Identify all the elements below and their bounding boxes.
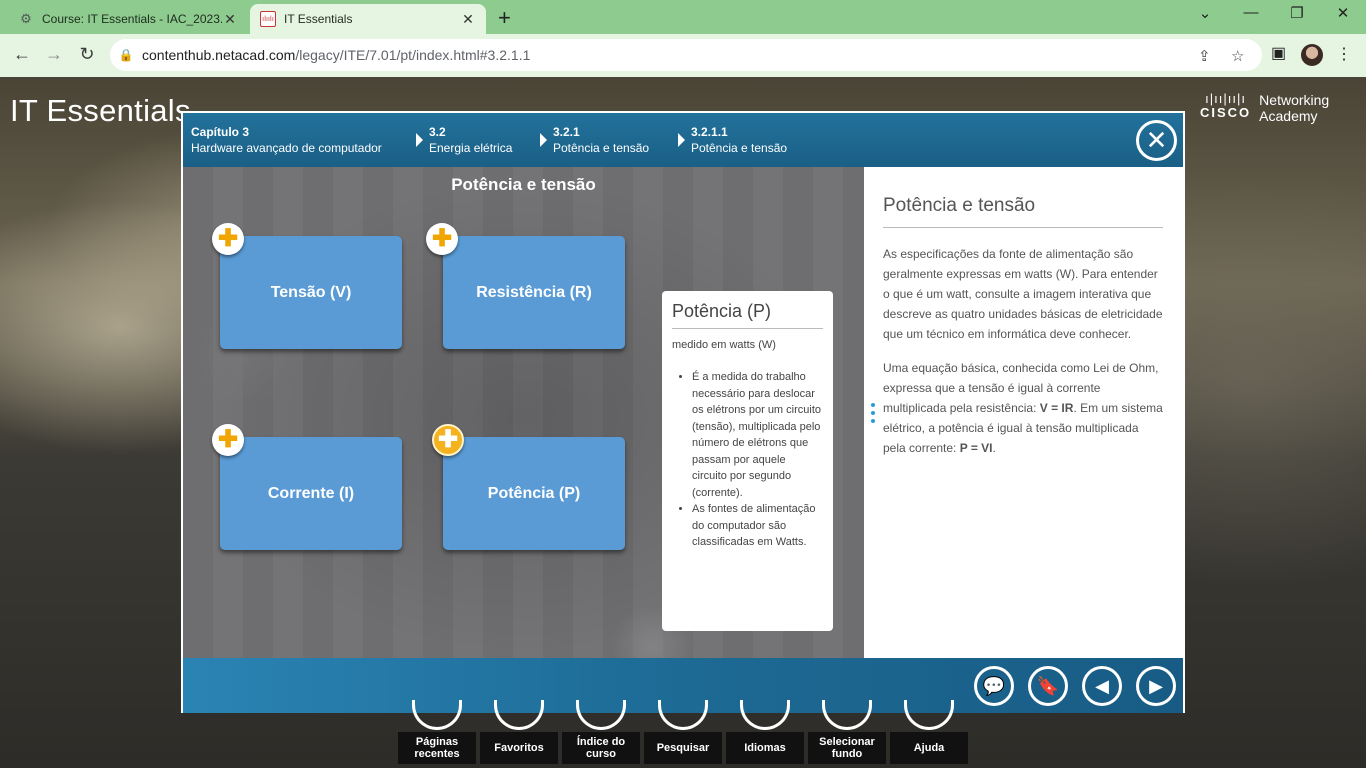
url-text: contenthub.netacad.com/legacy/ITE/7.01/p… [142, 47, 531, 63]
plus-active-icon[interactable]: ✚ [432, 424, 464, 456]
breadcrumb-arrow-icon [678, 133, 685, 147]
menu-search-button[interactable]: Pesquisar [644, 732, 722, 764]
page-brand-title: IT Essentials [10, 93, 191, 128]
close-window-button[interactable]: ✕ [1323, 4, 1363, 22]
tab-title: IT Essentials [284, 12, 353, 26]
cisco-bars-icon: ı|ıı|ıı|ı [1205, 91, 1246, 106]
browser-menu-icon[interactable]: ⋮ [1336, 44, 1352, 64]
interactive-stage: Potência e tensão Tensão (V) ✚ Resistênc… [183, 167, 864, 658]
close-course-button[interactable]: ✕ [1136, 120, 1177, 161]
browser-tab-course[interactable]: ⚙ Course: IT Essentials - IAC_2023.2 ✕ [8, 4, 248, 34]
card-resistencia[interactable]: Resistência (R) [443, 236, 625, 349]
back-button[interactable]: ← [10, 44, 34, 65]
cisco-networking-academy-logo: ı|ıı|ıı|ı CISCO Networking Academy [1200, 91, 1330, 125]
browser-tab-it-essentials[interactable]: ılıılı IT Essentials ✕ [250, 4, 486, 34]
comment-button[interactable]: 💬 [974, 666, 1014, 706]
breadcrumb-topic[interactable]: 3.2.1 Potência e tensão [553, 124, 649, 156]
plus-icon[interactable]: ✚ [426, 223, 458, 255]
minimize-button[interactable]: — [1231, 4, 1271, 21]
info-bullets: É a medida do trabalho necessário para d… [672, 369, 823, 551]
text-panel: Potência e tensão As especificações da f… [864, 167, 1183, 658]
menu-course-index-button[interactable]: Índice do curso [562, 732, 640, 764]
lock-icon: 🔒 [118, 48, 134, 62]
card-tensao[interactable]: Tensão (V) [220, 236, 402, 349]
menu-recent-pages-button[interactable]: Páginas recentes [398, 732, 476, 764]
text-paragraph: As especificações da fonte de alimentaçã… [883, 247, 1163, 341]
restore-button[interactable]: ❐ [1277, 4, 1317, 22]
menu-favorites-button[interactable]: Favoritos [480, 732, 558, 764]
share-icon[interactable]: ⇪ [1198, 47, 1211, 65]
plus-icon[interactable]: ✚ [212, 223, 244, 255]
breadcrumb-chapter[interactable]: Capítulo 3 Hardware avançado de computad… [191, 124, 382, 156]
breadcrumb-arrow-icon [416, 133, 423, 147]
forward-button[interactable]: → [42, 44, 66, 65]
cisco-favicon-icon: ılıılı [260, 11, 276, 27]
breadcrumb-arrow-icon [540, 133, 547, 147]
address-bar[interactable]: 🔒 contenthub.netacad.com/legacy/ITE/7.01… [110, 39, 1262, 71]
card-potencia[interactable]: Potência (P) [443, 437, 625, 550]
card-corrente[interactable]: Corrente (I) [220, 437, 402, 550]
course-favicon-icon: ⚙ [20, 11, 32, 26]
previous-page-button[interactable]: ◀ [1082, 666, 1122, 706]
next-page-button[interactable]: ▶ [1136, 666, 1176, 706]
menu-languages-button[interactable]: Idiomas [726, 732, 804, 764]
panel-resize-handle[interactable] [871, 403, 875, 423]
text-paragraph: Uma equação básica, conhecida como Lei d… [883, 361, 1163, 455]
info-subtitle: medido em watts (W) [672, 339, 776, 351]
text-panel-title: Potência e tensão [883, 195, 1163, 228]
plus-icon[interactable]: ✚ [212, 424, 244, 456]
browser-toolbar: ← → ↻ 🔒 contenthub.netacad.com/legacy/IT… [0, 34, 1366, 77]
breadcrumb-section[interactable]: 3.2 Energia elétrica [429, 124, 512, 156]
new-tab-button[interactable]: + [498, 5, 511, 31]
tab-close-icon[interactable]: ✕ [460, 11, 476, 28]
side-panel-icon[interactable]: ▣ [1271, 43, 1286, 63]
menu-help-button[interactable]: Ajuda [890, 732, 968, 764]
list-item: As fontes de alimentação do computador s… [692, 501, 823, 551]
bookmark-button[interactable]: 🔖 [1028, 666, 1068, 706]
bookmark-star-icon[interactable]: ☆ [1231, 47, 1244, 65]
profile-avatar[interactable] [1301, 44, 1323, 66]
list-item: É a medida do trabalho necessário para d… [692, 369, 823, 501]
browser-tab-bar: ⚙ Course: IT Essentials - IAC_2023.2 ✕ ı… [0, 0, 1366, 34]
menu-select-background-button[interactable]: Selecionar fundo [808, 732, 886, 764]
breadcrumb-page[interactable]: 3.2.1.1 Potência e tensão [691, 124, 787, 156]
tab-close-icon[interactable]: ✕ [222, 11, 238, 28]
tab-title: Course: IT Essentials - IAC_2023.2 [42, 12, 222, 26]
stage-title: Potência e tensão [451, 175, 596, 194]
reload-button[interactable]: ↻ [75, 44, 99, 65]
info-title: Potência (P) [672, 301, 823, 329]
info-popup: Potência (P) medido em watts (W) É a med… [662, 291, 833, 631]
course-window: Capítulo 3 Hardware avançado de computad… [181, 111, 1185, 713]
breadcrumb: Capítulo 3 Hardware avançado de computad… [183, 113, 1183, 167]
tab-search-chevron-icon[interactable]: ⌄ [1185, 4, 1225, 22]
